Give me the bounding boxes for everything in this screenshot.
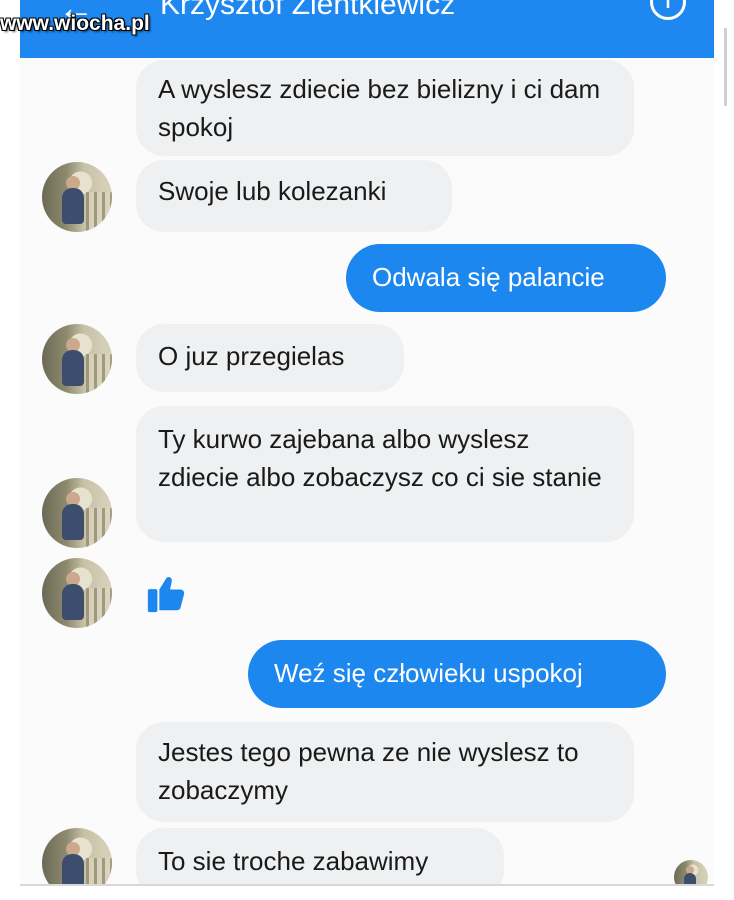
divider (20, 884, 714, 886)
message-text: Weź się człowieku uspokoj (274, 658, 583, 688)
thumbs-up-icon[interactable] (144, 570, 190, 616)
message-bubble-received[interactable]: Jestes tego pewna ze nie wyslesz to zoba… (136, 722, 634, 822)
message-bubble-sent[interactable]: Odwala się palancie (346, 244, 666, 312)
scrollbar-thumb[interactable] (724, 28, 727, 106)
message-text: Ty kurwo zajebana albo wyslesz zdiecie a… (158, 424, 602, 492)
chat-screen: ← Krzysztof Zientkiewicz i A wyslesz zdi… (20, 0, 714, 884)
message-text: Odwala się palancie (372, 262, 605, 292)
message-bubble-received[interactable]: Swoje lub kolezanki (136, 160, 452, 232)
message-text: To sie troche zabawimy (158, 846, 429, 876)
message-bubble-received[interactable]: O juz przegielas (136, 324, 404, 392)
avatar[interactable] (42, 828, 112, 884)
avatar[interactable] (42, 478, 112, 548)
avatar[interactable] (42, 324, 112, 394)
message-text: Jestes tego pewna ze nie wyslesz to zoba… (158, 737, 579, 805)
avatar[interactable] (42, 558, 112, 628)
watermark-text: www.wiocha.pl (0, 12, 150, 35)
message-text: O juz przegielas (158, 341, 345, 371)
message-bubble-received[interactable]: To sie troche zabawimy (136, 828, 504, 884)
message-bubble-received[interactable]: Ty kurwo zajebana albo wyslesz zdiecie a… (136, 406, 634, 542)
message-text: Swoje lub kolezanki (158, 176, 387, 206)
scrollbar-area (714, 0, 734, 900)
avatar[interactable] (42, 162, 112, 232)
message-bubble-sent[interactable]: Weź się człowieku uspokoj (248, 640, 666, 708)
read-receipt-avatar (674, 860, 708, 884)
message-text: A wyslesz zdiecie bez bielizny i ci dam … (158, 74, 601, 142)
message-bubble-received[interactable]: A wyslesz zdiecie bez bielizny i ci dam … (136, 60, 634, 156)
contact-name[interactable]: Krzysztof Zientkiewicz (160, 0, 455, 22)
info-icon[interactable]: i (650, 0, 686, 20)
